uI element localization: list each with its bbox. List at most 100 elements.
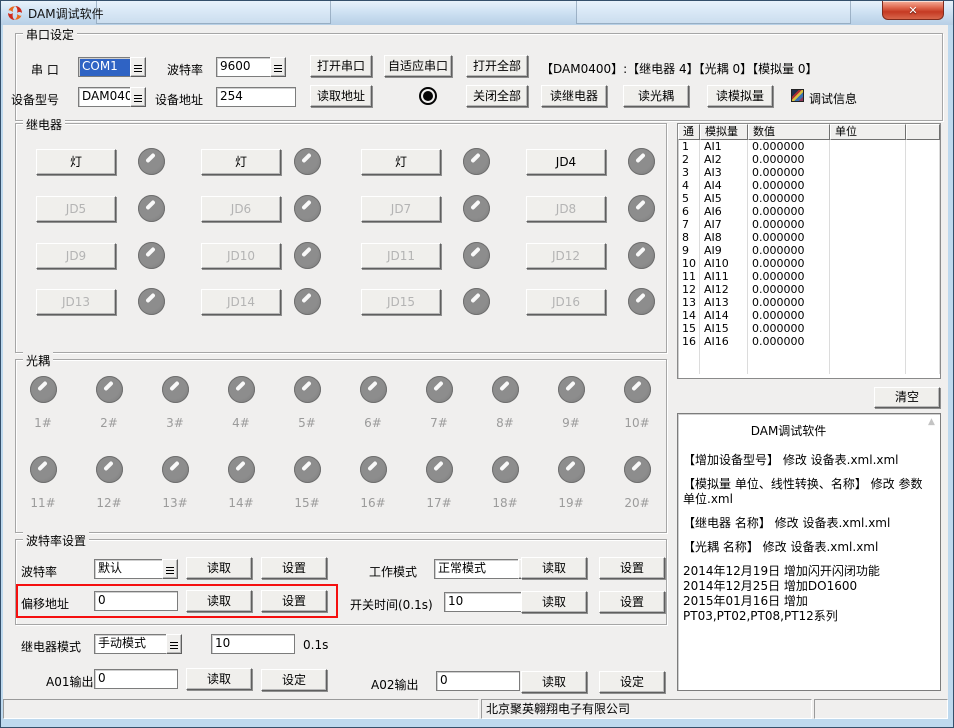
switch-time-read-button[interactable]: 读取 xyxy=(521,591,587,613)
analog-table-cell xyxy=(830,166,906,179)
relay-led-indicator-3 xyxy=(463,148,490,175)
relay-button-3[interactable]: 灯 xyxy=(361,149,441,175)
dropdown-arrow-icon[interactable] xyxy=(270,57,286,77)
auto-adapt-port-button[interactable]: 自适应串口 xyxy=(384,55,452,77)
relay-button-10[interactable]: JD10 xyxy=(201,243,281,269)
baudrate-read-button[interactable]: 读取 xyxy=(186,557,252,579)
analog-table-cell xyxy=(906,296,940,309)
relay-button-12[interactable]: JD12 xyxy=(526,243,606,269)
analog-table-cell xyxy=(906,166,940,179)
analog-table-row: 2AI20.000000 xyxy=(678,153,940,166)
work-mode-read-button[interactable]: 读取 xyxy=(521,557,587,579)
relay-button-14[interactable]: JD14 xyxy=(201,289,281,315)
analog-table-row: 13AI130.000000 xyxy=(678,296,940,309)
opto-group-title: 光耦 xyxy=(23,352,53,369)
baudrate-set-button[interactable]: 设置 xyxy=(261,557,327,579)
dropdown-arrow-icon[interactable] xyxy=(166,634,182,654)
ao1-set-button[interactable]: 设定 xyxy=(261,669,327,691)
analog-table-cell xyxy=(906,270,940,283)
relay-led-indicator-15 xyxy=(463,288,490,315)
relay-led-indicator-6 xyxy=(294,195,321,222)
relay-led-indicator-13 xyxy=(138,288,165,315)
relay-led-indicator-1 xyxy=(138,148,165,175)
opto-led-label-12: 12# xyxy=(89,496,129,510)
relay-button-7[interactable]: JD7 xyxy=(361,196,441,222)
analog-table-row: 9AI90.000000 xyxy=(678,244,940,257)
close-all-button[interactable]: 关闭全部 xyxy=(466,85,528,107)
read-analog-button[interactable]: 读模拟量 xyxy=(707,85,773,107)
dropdown-arrow-icon[interactable] xyxy=(130,87,146,107)
dropdown-arrow-icon[interactable] xyxy=(162,559,178,579)
opto-led-indicator-6 xyxy=(360,376,387,403)
relay-button-16[interactable]: JD16 xyxy=(526,289,606,315)
opto-led-label-10: 10# xyxy=(617,416,657,430)
offset-read-button[interactable]: 读取 xyxy=(186,590,252,612)
opto-led-indicator-2 xyxy=(96,376,123,403)
relay-mode-time-input[interactable]: 10 xyxy=(211,634,295,654)
read-address-button[interactable]: 读取地址 xyxy=(310,85,372,107)
ao2-read-button[interactable]: 读取 xyxy=(521,671,587,693)
switch-time-set-button[interactable]: 设置 xyxy=(599,591,665,613)
scroll-up-icon[interactable]: ▲ xyxy=(928,417,935,427)
opto-led-label-5: 5# xyxy=(287,416,327,430)
analog-table-cell xyxy=(906,348,940,361)
read-opto-button[interactable]: 读光耦 xyxy=(623,85,689,107)
relay-button-1[interactable]: 灯 xyxy=(36,149,116,175)
opto-led-indicator-1 xyxy=(30,376,57,403)
ao2-set-button[interactable]: 设定 xyxy=(599,671,665,693)
analog-table-cell xyxy=(830,296,906,309)
analog-table-cell xyxy=(830,244,906,257)
relay-button-5[interactable]: JD5 xyxy=(36,196,116,222)
analog-table-cell: 14 xyxy=(678,309,700,322)
ao1-read-button[interactable]: 读取 xyxy=(186,668,252,690)
read-relay-button[interactable]: 读继电器 xyxy=(541,85,607,107)
relay-led-indicator-16 xyxy=(628,288,655,315)
analog-table-cell xyxy=(906,257,940,270)
relay-mode-time-unit: 0.1s xyxy=(303,638,328,652)
relay-button-4[interactable]: JD4 xyxy=(526,149,606,175)
close-button[interactable]: ✕ xyxy=(882,1,944,20)
work-mode-combobox[interactable]: 正常模式 xyxy=(434,559,534,579)
analog-table-row: 14AI140.000000 xyxy=(678,309,940,322)
relay-button-2[interactable]: 灯 xyxy=(201,149,281,175)
analog-table-cell xyxy=(830,283,906,296)
analog-table-row: 4AI40.000000 xyxy=(678,179,940,192)
baudrate-combobox[interactable]: 9600 xyxy=(216,57,286,77)
analog-table-cell: AI15 xyxy=(700,322,748,335)
relay-button-8[interactable]: JD8 xyxy=(526,196,606,222)
offset-set-button[interactable]: 设置 xyxy=(261,590,327,612)
switch-time-label: 开关时间(0.1s) xyxy=(350,596,433,613)
port-combobox[interactable]: COM1 xyxy=(78,57,146,77)
analog-table-cell: 4 xyxy=(678,179,700,192)
opto-led-indicator-14 xyxy=(228,456,255,483)
relay-button-9[interactable]: JD9 xyxy=(36,243,116,269)
opto-led-indicator-3 xyxy=(162,376,189,403)
open-port-button[interactable]: 打开串口 xyxy=(310,55,372,77)
analog-table-cell: 0.000000 xyxy=(748,283,830,296)
analog-table-header-cell: 模拟量 xyxy=(700,124,748,140)
opto-led-indicator-15 xyxy=(294,456,321,483)
device-model-combobox[interactable]: DAM0400 xyxy=(78,87,146,107)
baudrate-set-combobox[interactable]: 默认 xyxy=(94,559,178,579)
relay-button-6[interactable]: JD6 xyxy=(201,196,281,222)
analog-table-cell xyxy=(830,257,906,270)
dropdown-arrow-icon[interactable] xyxy=(130,57,146,77)
analog-table-cell xyxy=(830,153,906,166)
ao2-input[interactable]: 0 xyxy=(436,671,520,691)
analog-table-cell: AI9 xyxy=(700,244,748,257)
work-mode-set-button[interactable]: 设置 xyxy=(599,557,665,579)
analog-table-cell xyxy=(906,218,940,231)
analog-table-cell xyxy=(830,361,906,374)
analog-table-row: 3AI30.000000 xyxy=(678,166,940,179)
relay-button-11[interactable]: JD11 xyxy=(361,243,441,269)
titlebar: DAM调试软件 ✕ xyxy=(1,1,953,25)
device-address-input[interactable]: 254 xyxy=(216,87,296,107)
relay-button-15[interactable]: JD15 xyxy=(361,289,441,315)
offset-address-input[interactable]: 0 xyxy=(94,591,178,611)
relay-mode-combobox[interactable]: 手动模式 xyxy=(94,634,182,654)
clear-log-button[interactable]: 清空 xyxy=(874,387,940,408)
relay-button-13[interactable]: JD13 xyxy=(36,289,116,315)
baudrate-label: 波特率 xyxy=(167,61,203,78)
ao1-input[interactable]: 0 xyxy=(94,669,178,689)
open-all-button[interactable]: 打开全部 xyxy=(466,55,528,77)
